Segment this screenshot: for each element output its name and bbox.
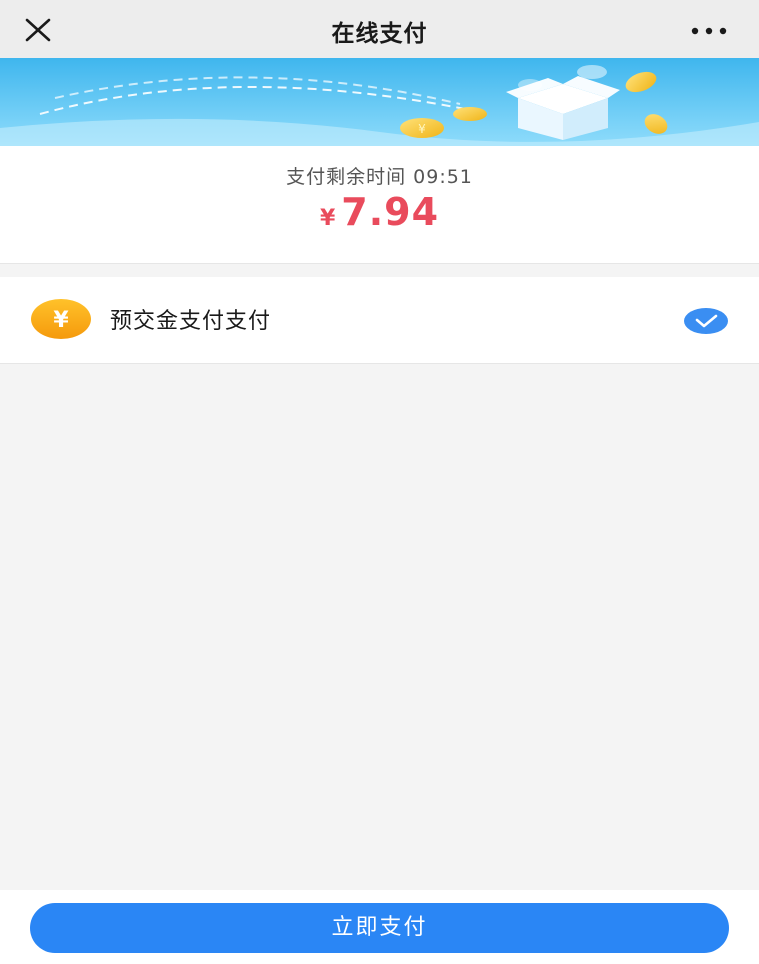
banner-illustration: ¥: [0, 58, 759, 146]
svg-text:¥: ¥: [53, 308, 69, 333]
more-icon[interactable]: [687, 14, 733, 46]
svg-text:¥: ¥: [418, 122, 426, 136]
payment-amount: ¥7.94: [0, 190, 759, 234]
countdown-label: 支付剩余时间: [286, 166, 407, 188]
payment-method-label: 预交金支付支付: [110, 309, 272, 334]
page-title: 在线支付: [331, 21, 428, 47]
amount-value: 7.94: [341, 190, 440, 234]
navigation-bar: 在线支付: [0, 0, 759, 58]
footer-bar: 立即支付: [0, 890, 759, 964]
countdown: 支付剩余时间 09:51: [0, 162, 759, 189]
yuan-coin-icon: ¥: [31, 299, 91, 339]
payment-method-option[interactable]: ¥ 预交金支付支付: [0, 277, 759, 364]
countdown-value: 09:51: [413, 166, 473, 188]
payment-banner: ¥: [0, 58, 759, 146]
pay-now-button[interactable]: 立即支付: [30, 903, 729, 953]
currency-symbol: ¥: [319, 206, 336, 231]
payment-info: 支付剩余时间 09:51 ¥7.94: [0, 146, 759, 264]
check-icon[interactable]: [683, 307, 729, 335]
